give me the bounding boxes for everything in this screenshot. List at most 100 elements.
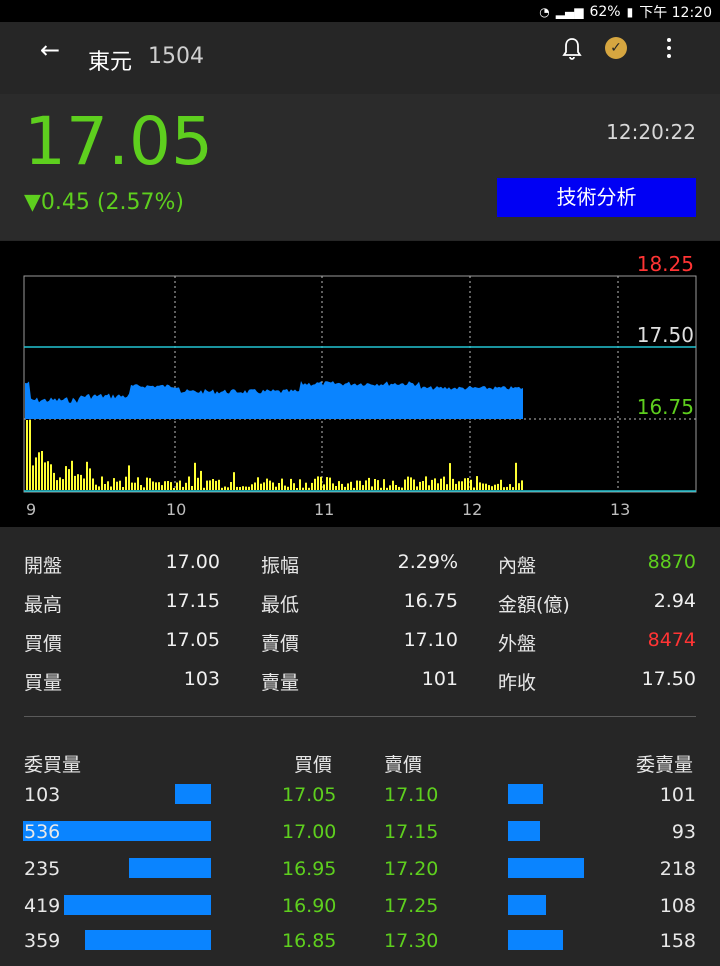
volume-bar	[323, 484, 325, 490]
stock-name: 東元	[88, 50, 133, 75]
volume-bar	[32, 465, 34, 490]
volume-bar	[44, 462, 46, 490]
volume-bar	[206, 480, 208, 490]
volume-bar	[131, 482, 133, 490]
quote-panel: 17.05 ▼0.45 (2.57%) 12:20:22 技術分析	[0, 94, 720, 240]
volume-bar	[440, 478, 442, 490]
volume-bar	[374, 479, 376, 490]
volume-bar	[275, 486, 277, 490]
volume-bar	[482, 483, 484, 490]
technical-analysis-button[interactable]: 技術分析	[497, 178, 696, 217]
volume-bar	[449, 463, 451, 490]
volume-bar	[41, 451, 43, 490]
volume-bar	[233, 472, 235, 490]
volume-bar	[266, 478, 268, 490]
volume-bar	[356, 480, 358, 490]
volume-bar	[161, 485, 163, 490]
ask-price[interactable]: 17.15	[384, 821, 438, 843]
volume-bar	[269, 480, 271, 490]
volume-bar	[263, 482, 265, 490]
volume-bar	[89, 468, 91, 490]
volume-bar	[122, 487, 124, 490]
volume-bar	[260, 483, 262, 490]
bid-qty-bar	[64, 895, 211, 915]
volume-bar	[83, 478, 85, 490]
volume-bar	[488, 485, 490, 490]
volume-bar	[53, 472, 55, 490]
battery-icon: ▮	[626, 5, 634, 19]
volume-bar	[80, 474, 82, 490]
volume-bar	[335, 486, 337, 490]
volume-bar	[134, 482, 136, 490]
bid-price[interactable]: 16.90	[282, 895, 336, 917]
stat-prev-close-value: 17.50	[641, 668, 696, 690]
volume-bar	[506, 486, 508, 490]
volume-bar	[128, 465, 130, 490]
volume-bar	[101, 476, 103, 490]
y-label-high: 18.25	[637, 252, 694, 276]
current-price: 17.05	[24, 103, 213, 180]
orderbook-row: 235 16.95 17.20 218	[0, 858, 720, 894]
stat-outer-value: 8474	[647, 629, 696, 651]
volume-bar	[380, 487, 382, 490]
back-arrow-icon[interactable]: ←	[40, 36, 60, 64]
stat-low-label: 最低	[261, 594, 300, 616]
watchlist-check-icon[interactable]: ✓	[605, 37, 627, 59]
intraday-chart: 18.25 17.50 16.75	[0, 241, 720, 527]
bid-price[interactable]: 16.95	[282, 858, 336, 880]
volume-bar	[278, 483, 280, 490]
volume-bar	[317, 476, 319, 490]
stat-ask-vol-value: 101	[421, 668, 458, 690]
volume-bar	[284, 485, 286, 490]
stat-bid-label: 買價	[24, 633, 63, 655]
volume-bar	[509, 484, 511, 490]
volume-bar	[512, 487, 514, 490]
ask-price[interactable]: 17.10	[384, 784, 438, 806]
stat-high-label: 最高	[24, 594, 63, 616]
volume-bar	[212, 479, 214, 490]
volume-bar	[209, 480, 211, 490]
stat-amount-value: 2.94	[653, 590, 696, 612]
stat-ask-label: 賣價	[261, 633, 300, 655]
ask-qty: 158	[659, 930, 696, 952]
volume-bar	[185, 482, 187, 490]
bid-qty-bar	[85, 930, 211, 950]
price-area-shape	[25, 381, 523, 419]
volume-bar	[470, 479, 472, 490]
stat-open-label: 開盤	[24, 555, 63, 577]
stock-code: 1504	[148, 44, 204, 69]
stat-amount-label: 金額(億)	[498, 594, 570, 616]
volume-bar	[371, 486, 373, 490]
volume-bar	[29, 420, 31, 490]
bid-price[interactable]: 16.85	[282, 930, 336, 952]
orderbook-row: 359 16.85 17.30 158	[0, 930, 720, 966]
volume-bar	[443, 476, 445, 490]
y-label-mid: 17.50	[637, 323, 694, 347]
volume-bar	[35, 457, 37, 490]
bid-price[interactable]: 17.05	[282, 784, 336, 806]
volume-bar	[98, 486, 100, 490]
ask-price[interactable]: 17.20	[384, 858, 438, 880]
volume-bar	[398, 486, 400, 490]
more-menu-icon[interactable]	[664, 38, 674, 60]
bid-price[interactable]: 17.00	[282, 821, 336, 843]
ask-price[interactable]: 17.30	[384, 930, 438, 952]
volume-bar	[125, 476, 127, 490]
bid-qty: 235	[24, 858, 61, 880]
bell-icon[interactable]	[560, 36, 584, 62]
volume-bar	[251, 484, 253, 490]
volume-bar	[257, 477, 259, 490]
volume-bar	[494, 484, 496, 490]
volume-bar	[401, 487, 403, 490]
volume-bar	[377, 480, 379, 490]
volume-bar	[248, 486, 250, 490]
ask-price[interactable]: 17.25	[384, 895, 438, 917]
orderbook-header-bid: 買價	[294, 754, 333, 776]
volume-bar	[227, 487, 229, 490]
volume-bar	[326, 477, 328, 490]
volume-bar	[491, 486, 493, 490]
volume-bar	[320, 476, 322, 490]
volume-bar	[413, 479, 415, 490]
volume-bar	[77, 474, 79, 490]
volume-bar	[500, 479, 502, 490]
